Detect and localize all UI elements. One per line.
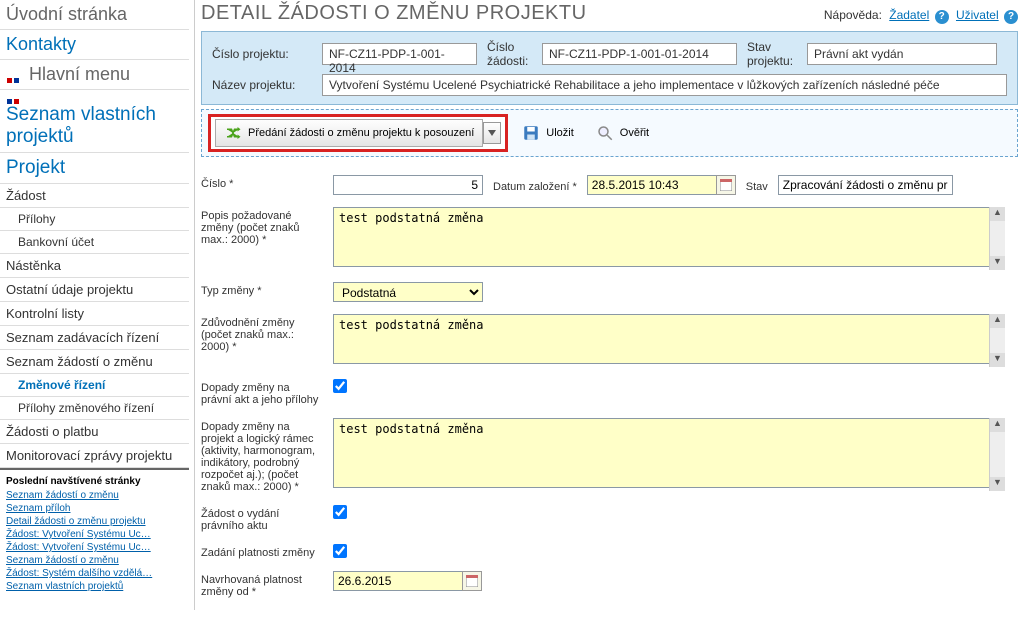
nav-prilohy[interactable]: Přílohy <box>0 208 189 231</box>
main-content: DETAIL ŽÁDOSTI O ZMĚNU PROJEKTU Nápověda… <box>195 0 1024 610</box>
shuffle-icon <box>224 124 242 142</box>
form-area: Číslo * Datum založení * Stav Popis poža… <box>201 175 1018 598</box>
label-cislo-zadosti: Číslo žádosti: <box>487 40 532 68</box>
recent-title: Poslední navštívené stránky <box>0 468 189 489</box>
label-cislo: Číslo * <box>201 175 321 190</box>
sidebar: Úvodní stránka Kontakty Hlavní menu Sezn… <box>0 0 195 610</box>
recent-link[interactable]: Žádost: Vytvoření Systému Uc… <box>0 528 189 541</box>
submit-label: Předání žádosti o změnu projektu k posou… <box>248 127 474 139</box>
help-icon[interactable]: ? <box>935 10 949 24</box>
verify-button[interactable]: Ověřit <box>588 120 657 146</box>
nav-zadosti-platbu[interactable]: Žádosti o platbu <box>0 420 189 444</box>
input-stav <box>778 175 953 195</box>
nav-kontrolni-listy[interactable]: Kontrolní listy <box>0 302 189 326</box>
label-stav: Stav <box>746 178 768 193</box>
calendar-button[interactable] <box>462 571 482 591</box>
nav-own-projects[interactable]: Seznam vlastních projektů <box>0 100 189 153</box>
label-cislo-projektu: Číslo projektu: <box>212 47 312 61</box>
field-stav-projektu: Právní akt vydán <box>807 43 997 65</box>
magnifier-icon <box>596 124 614 142</box>
nav-ostatni-udaje[interactable]: Ostatní údaje projektu <box>0 278 189 302</box>
input-datum-zalozeni[interactable] <box>587 175 717 195</box>
scrollbar[interactable]: ▲▼ <box>989 418 1005 491</box>
recent-link[interactable]: Seznam žádostí o změnu <box>0 489 189 502</box>
help-links: Nápověda: Žadatel ? Uživatel ? <box>824 8 1018 24</box>
textarea-dopady-projekt[interactable]: test podstatná změna <box>333 418 1005 488</box>
checkbox-zadani-platnosti[interactable] <box>333 544 347 558</box>
nav-prilohy-zmenoveho[interactable]: Přílohy změnového řízení <box>0 397 189 420</box>
dropdown-toggle[interactable] <box>483 122 501 144</box>
recent-pages: Poslední navštívené stránky Seznam žádos… <box>0 468 189 593</box>
help-zadatel[interactable]: Žadatel <box>889 8 929 22</box>
scrollbar[interactable]: ▲▼ <box>989 314 1005 367</box>
project-info-box: Číslo projektu: NF-CZ11-PDP-1-001-2014 Č… <box>201 31 1018 105</box>
nav-nastenka[interactable]: Nástěnka <box>0 254 189 278</box>
label-nazev-projektu: Název projektu: <box>212 78 312 92</box>
label-dopady-projekt: Dopady změny na projekt a logický rámec … <box>201 418 321 493</box>
calendar-button[interactable] <box>716 175 736 195</box>
calendar-icon <box>720 179 732 191</box>
label-navrhovana: Navrhovaná platnost změny od * <box>201 571 321 598</box>
save-button[interactable]: Uložit <box>514 120 582 146</box>
toolbar: Předání žádosti o změnu projektu k posou… <box>201 109 1018 157</box>
nav-main-menu[interactable]: Hlavní menu <box>0 60 189 90</box>
nav-seznam-zadosti-zmenu[interactable]: Seznam žádostí o změnu <box>0 350 189 374</box>
recent-link[interactable]: Seznam žádostí o změnu <box>0 554 189 567</box>
nav-zadost[interactable]: Žádost <box>0 184 189 208</box>
label-zadost-vydani: Žádost o vydání právního aktu <box>201 505 321 532</box>
help-icon[interactable]: ? <box>1004 10 1018 24</box>
scrollbar[interactable]: ▲▼ <box>989 207 1005 270</box>
field-cislo-projektu: NF-CZ11-PDP-1-001-2014 <box>322 43 477 65</box>
help-uzivatel[interactable]: Uživatel <box>956 8 999 22</box>
menu-grid-icon <box>6 68 20 82</box>
nav-kontakty[interactable]: Kontakty <box>0 30 189 60</box>
recent-link[interactable]: Seznam vlastních projektů <box>0 580 189 593</box>
label-typ-zmeny: Typ změny * <box>201 282 321 297</box>
field-nazev-projektu: Vytvoření Systému Ucelené Psychiatrické … <box>322 74 1007 96</box>
page-title: DETAIL ŽÁDOSTI O ZMĚNU PROJEKTU <box>201 0 587 31</box>
recent-link[interactable]: Žádost: Vytvoření Systému Uc… <box>0 541 189 554</box>
nav-bankovni-ucet[interactable]: Bankovní účet <box>0 231 189 254</box>
label-popis: Popis požadované změny (počet znaků max.… <box>201 207 321 246</box>
input-cislo[interactable] <box>333 175 483 195</box>
label-datum-zalozeni: Datum založení * <box>493 178 577 193</box>
field-cislo-zadosti: NF-CZ11-PDP-1-001-01-2014 <box>542 43 737 65</box>
chevron-down-icon <box>488 130 496 136</box>
submit-for-review-button[interactable]: Předání žádosti o změnu projektu k posou… <box>215 119 483 147</box>
textarea-popis[interactable]: test podstatná změna <box>333 207 1005 267</box>
save-label: Uložit <box>546 127 574 139</box>
checkbox-dopady-pravni[interactable] <box>333 379 347 393</box>
recent-link[interactable]: Seznam příloh <box>0 502 189 515</box>
recent-link[interactable]: Detail žádosti o změnu projektu <box>0 515 189 528</box>
checkbox-zadost-vydani[interactable] <box>333 505 347 519</box>
save-icon <box>522 124 540 142</box>
highlighted-action: Předání žádosti o změnu projektu k posou… <box>208 114 508 152</box>
select-typ-zmeny[interactable]: Podstatná <box>333 282 483 302</box>
nav-monitorovaci[interactable]: Monitorovací zprávy projektu <box>0 444 189 468</box>
calendar-icon <box>466 575 478 587</box>
label-stav-projektu: Stav projektu: <box>747 40 797 68</box>
nav-zmenove-rizeni[interactable]: Změnové řízení <box>0 374 189 397</box>
input-navrhovana[interactable] <box>333 571 463 591</box>
nav-home[interactable]: Úvodní stránka <box>0 0 189 30</box>
nav-seznam-zadavacich[interactable]: Seznam zadávacích řízení <box>0 326 189 350</box>
recent-link[interactable]: Žádost: Systém dalšího vzdělá… <box>0 567 189 580</box>
textarea-zduvodneni[interactable]: test podstatná změna <box>333 314 1005 364</box>
nav-projekt[interactable]: Projekt <box>0 153 189 184</box>
label-dopady-pravni: Dopady změny na právní akt a jeho příloh… <box>201 379 321 406</box>
verify-label: Ověřit <box>620 127 649 139</box>
label-zadani-platnosti: Zadání platnosti změny <box>201 544 321 559</box>
label-zduvodneni: Zdůvodnění změny (počet znaků max.: 2000… <box>201 314 321 353</box>
